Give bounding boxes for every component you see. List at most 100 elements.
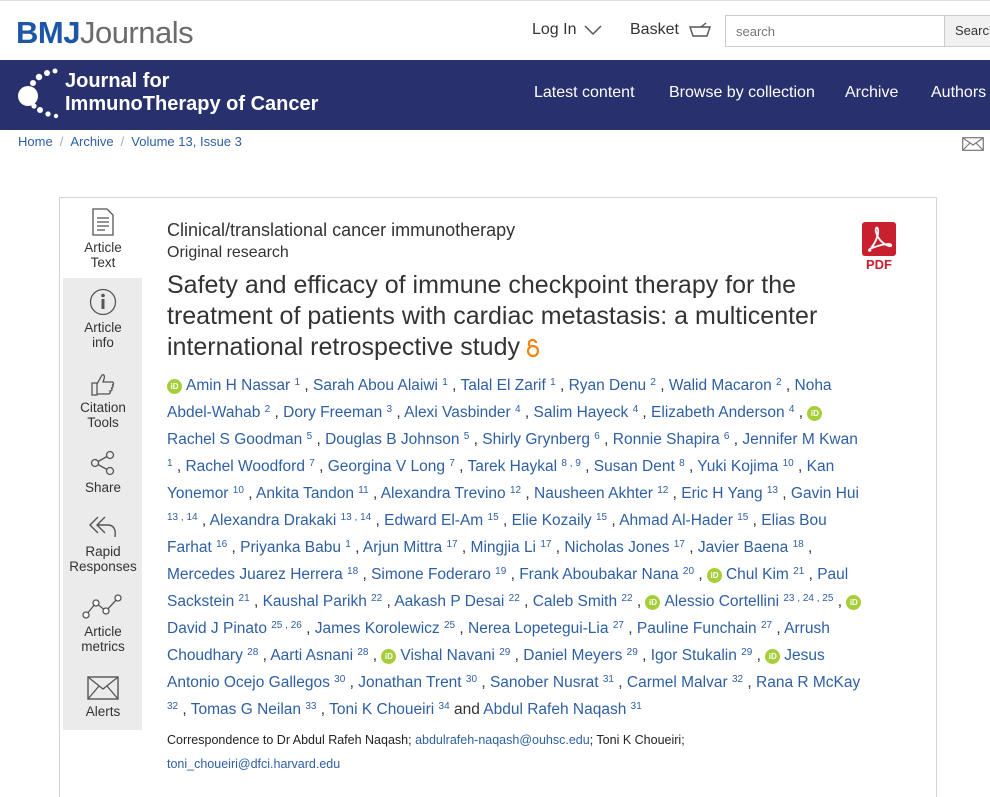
bmj-journals-logo[interactable]: BMJJournals xyxy=(16,15,194,51)
nav-authors[interactable]: Authors xyxy=(931,84,986,102)
author-affiliation[interactable]: 30 xyxy=(334,674,345,685)
orcid-icon[interactable]: iD xyxy=(706,568,722,583)
author-affiliation[interactable]: 19 xyxy=(495,566,506,577)
author-affiliation[interactable]: 12 xyxy=(510,485,521,496)
orcid-icon[interactable]: iD xyxy=(765,649,781,664)
author-affiliation[interactable]: 31 xyxy=(631,701,642,712)
author-affiliation[interactable]: 22 xyxy=(621,593,632,604)
author-name[interactable]: Frank Aboubakar Nana xyxy=(519,566,683,583)
tab-share[interactable]: Share xyxy=(63,450,143,495)
breadcrumb-home[interactable]: Home xyxy=(18,134,53,149)
author-affiliation[interactable]: 17 xyxy=(674,539,685,550)
author-name[interactable]: Sarah Abou Alaiwi xyxy=(313,377,442,394)
author-name[interactable]: Abdul Rafeh Naqash xyxy=(483,701,630,718)
author-name[interactable]: Shirly Grynberg xyxy=(482,431,594,448)
author-affiliation[interactable]: 10 xyxy=(783,458,794,469)
author-name[interactable]: Ryan Denu xyxy=(569,377,651,394)
basket-button[interactable]: Basket xyxy=(630,21,711,39)
author-name[interactable]: Ankita Tandon xyxy=(256,485,358,502)
author-affiliation[interactable]: 27 xyxy=(613,620,624,631)
author-affiliation[interactable]: 18 xyxy=(347,566,358,577)
author-name[interactable]: Susan Dent xyxy=(594,458,679,475)
author-affiliation[interactable]: 22 xyxy=(371,593,382,604)
author-name[interactable]: Nerea Lopetegui-Lia xyxy=(468,620,613,637)
author-name[interactable]: Javier Baena xyxy=(698,539,793,556)
author-name[interactable]: Amin H Nassar xyxy=(186,377,295,394)
author-affiliation[interactable]: 32 xyxy=(732,674,743,685)
nav-latest-content[interactable]: Latest content xyxy=(534,84,635,102)
author-affiliation[interactable]: 13 xyxy=(767,485,778,496)
author-name[interactable]: Tomas G Neilan xyxy=(191,701,306,718)
tab-alerts[interactable]: Alerts xyxy=(63,676,143,719)
author-name[interactable]: Kaushal Parikh xyxy=(263,593,372,610)
tab-rapid-responses[interactable]: Rapid Responses xyxy=(63,514,143,574)
author-affiliation[interactable]: 15 xyxy=(737,512,748,523)
author-affiliation[interactable]: 12 xyxy=(657,485,668,496)
author-name[interactable]: Talal El Zarif xyxy=(460,377,550,394)
login-button[interactable]: Log In xyxy=(532,21,603,39)
author-name[interactable]: Carmel Malvar xyxy=(627,674,732,691)
author-affiliation[interactable]: 27 xyxy=(761,620,772,631)
author-name[interactable]: Alexandra Trevino xyxy=(381,485,510,502)
author-name[interactable]: Daniel Meyers xyxy=(523,647,626,664)
journal-title[interactable]: Journal for ImmunoTherapy of Cancer xyxy=(65,70,318,116)
breadcrumb-issue[interactable]: Volume 13, Issue 3 xyxy=(131,134,242,149)
correspondence-email-1[interactable]: abdulrafeh-naqash@ouhsc.edu xyxy=(415,733,590,747)
author-name[interactable]: Alessio Cortellini xyxy=(664,593,783,610)
author-name[interactable]: Tarek Haykal xyxy=(467,458,561,475)
author-name[interactable]: Ronnie Shapira xyxy=(613,431,724,448)
author-name[interactable]: Aarti Asnani xyxy=(270,647,357,664)
author-name[interactable]: Georgina V Long xyxy=(328,458,450,475)
author-name[interactable]: Alexi Vasbinder xyxy=(404,404,515,421)
author-name[interactable]: Mercedes Juarez Herrera xyxy=(167,566,347,583)
author-affiliation[interactable]: 10 xyxy=(233,485,244,496)
author-affiliation[interactable]: 23 , 24 , 25 xyxy=(783,593,833,604)
author-name[interactable]: David J Pinato xyxy=(167,620,271,637)
author-name[interactable]: Salim Hayeck xyxy=(534,404,633,421)
author-name[interactable]: Ahmad Al-Hader xyxy=(619,512,737,529)
author-name[interactable]: Yuki Kojima xyxy=(697,458,782,475)
tab-article-text[interactable]: Article Text xyxy=(63,208,143,270)
author-affiliation[interactable]: 13 , 14 xyxy=(167,512,198,523)
search-button[interactable]: Search xyxy=(944,15,990,47)
author-name[interactable]: Sanober Nusrat xyxy=(490,674,603,691)
author-name[interactable]: Nicholas Jones xyxy=(564,539,673,556)
correspondence-email-2[interactable]: toni_choueiri@dfci.harvard.edu xyxy=(167,757,340,771)
tab-article-metrics[interactable]: Article metrics xyxy=(63,594,143,654)
author-name[interactable]: Mingjia Li xyxy=(471,539,541,556)
tab-article-info[interactable]: Article info xyxy=(63,288,143,350)
author-name[interactable]: Priyanka Babu xyxy=(240,539,345,556)
author-affiliation[interactable]: 15 xyxy=(596,512,607,523)
author-affiliation[interactable]: 25 xyxy=(444,620,455,631)
breadcrumb-archive[interactable]: Archive xyxy=(70,134,113,149)
author-affiliation[interactable]: 29 xyxy=(627,647,638,658)
author-name[interactable]: Vishal Navani xyxy=(400,647,499,664)
nav-browse-by-collection[interactable]: Browse by collection xyxy=(669,84,815,102)
author-name[interactable]: Rana R McKay xyxy=(756,674,860,691)
author-name[interactable]: Alexandra Drakaki xyxy=(210,512,341,529)
author-name[interactable]: Edward El-Am xyxy=(384,512,487,529)
author-affiliation[interactable]: 25 , 26 xyxy=(271,620,302,631)
author-name[interactable]: Eric H Yang xyxy=(681,485,767,502)
orcid-icon[interactable]: iD xyxy=(167,379,182,394)
author-name[interactable]: Walid Macaron xyxy=(669,377,776,394)
author-affiliation[interactable]: 21 xyxy=(793,566,804,577)
author-name[interactable]: Douglas B Johnson xyxy=(325,431,464,448)
author-name[interactable]: Jonathan Trent xyxy=(358,674,466,691)
author-affiliation[interactable]: 34 xyxy=(439,701,450,712)
author-affiliation[interactable]: 16 xyxy=(216,539,227,550)
journal-dots-logo-icon[interactable] xyxy=(14,66,64,122)
author-name[interactable]: Pauline Funchain xyxy=(637,620,761,637)
author-name[interactable]: Elie Kozaily xyxy=(512,512,596,529)
article-category[interactable]: Clinical/translational cancer immunother… xyxy=(167,220,515,241)
author-name[interactable]: James Korolewicz xyxy=(315,620,444,637)
author-affiliation[interactable]: 13 , 14 xyxy=(341,512,372,523)
author-affiliation[interactable]: 28 xyxy=(247,647,258,658)
author-affiliation[interactable]: 32 xyxy=(167,701,178,712)
author-affiliation[interactable]: 33 xyxy=(305,701,316,712)
author-affiliation[interactable]: 18 xyxy=(793,539,804,550)
author-affiliation[interactable]: 29 xyxy=(741,647,752,658)
author-name[interactable]: Elizabeth Anderson xyxy=(651,404,789,421)
author-name[interactable]: Gavin Hui xyxy=(791,485,859,502)
tab-citation-tools[interactable]: Citation Tools xyxy=(63,372,143,430)
